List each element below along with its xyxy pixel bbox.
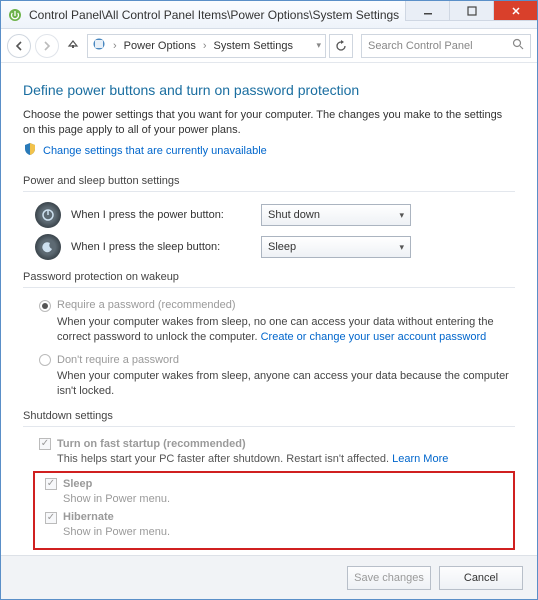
forward-button[interactable] [35, 34, 59, 58]
sleep-button-dropdown[interactable]: Sleep ▾ [261, 236, 411, 258]
close-button[interactable] [493, 1, 537, 21]
checkbox-hibernate: ✓ [45, 512, 57, 524]
learn-more-link[interactable]: Learn More [392, 453, 448, 465]
radio-dont-require-password-desc: When your computer wakes from sleep, any… [57, 369, 515, 399]
search-icon [512, 38, 524, 53]
cp-icon [92, 37, 106, 54]
power-button-dropdown[interactable]: Shut down ▾ [261, 204, 411, 226]
checkbox-hibernate-desc: Show in Power menu. [63, 525, 509, 540]
chevron-right-icon: › [110, 40, 120, 52]
checkbox-fast-startup: ✓ [39, 438, 51, 450]
checkbox-sleep-label: Sleep [63, 477, 92, 492]
checkbox-sleep-desc: Show in Power menu. [63, 492, 509, 507]
footer: Save changes Cancel [1, 555, 537, 599]
search-input[interactable]: Search Control Panel [361, 34, 531, 58]
sleep-button-value: Sleep [268, 240, 296, 255]
address-bar[interactable]: › Power Options › System Settings ▾ [87, 34, 326, 58]
radio-dont-require-password [39, 354, 51, 366]
chevron-right-icon: › [200, 40, 210, 52]
app-icon [7, 7, 23, 23]
radio-dont-require-password-label: Don't require a password [57, 353, 179, 368]
radio-require-password-label: Require a password (recommended) [57, 298, 236, 313]
radio-require-password-desc: When your computer wakes from sleep, no … [57, 315, 515, 345]
back-button[interactable] [7, 34, 31, 58]
minimize-button[interactable] [405, 1, 449, 21]
chevron-down-icon[interactable]: ▾ [316, 40, 321, 51]
power-button-label: When I press the power button: [71, 208, 251, 223]
power-icon [35, 202, 61, 228]
checkbox-sleep: ✓ [45, 478, 57, 490]
crumb-1[interactable]: System Settings [214, 40, 293, 52]
checkbox-fast-startup-desc: This helps start your PC faster after sh… [57, 452, 515, 467]
checkbox-hibernate-label: Hibernate [63, 510, 114, 525]
crumb-0[interactable]: Power Options [124, 40, 196, 52]
maximize-button[interactable] [449, 1, 493, 21]
sleep-button-label: When I press the sleep button: [71, 240, 251, 255]
intro-text: Choose the power settings that you want … [23, 108, 515, 138]
save-button[interactable]: Save changes [347, 566, 431, 590]
cancel-button[interactable]: Cancel [439, 566, 523, 590]
window-title: Control Panel\All Control Panel Items\Po… [29, 8, 405, 22]
titlebar: Control Panel\All Control Panel Items\Po… [1, 1, 537, 29]
radio-require-password [39, 300, 51, 312]
highlight-box: ✓ Sleep Show in Power menu. ✓ Hibernate … [33, 471, 515, 550]
section-powersleep-label: Power and sleep button settings [23, 174, 515, 189]
chevron-down-icon: ▾ [399, 241, 404, 253]
section-shutdown-label: Shutdown settings [23, 409, 515, 424]
window-buttons [405, 1, 537, 28]
section-password-label: Password protection on wakeup [23, 270, 515, 285]
power-button-value: Shut down [268, 208, 320, 223]
refresh-button[interactable] [329, 34, 353, 58]
shield-icon [23, 142, 37, 161]
moon-icon [35, 234, 61, 260]
page-heading: Define power buttons and turn on passwor… [23, 81, 515, 100]
change-settings-link[interactable]: Change settings that are currently unava… [43, 144, 267, 159]
navbar: › Power Options › System Settings ▾ Sear… [1, 29, 537, 63]
create-password-link[interactable]: Create or change your user account passw… [261, 331, 487, 343]
content: Define power buttons and turn on passwor… [1, 63, 537, 557]
search-placeholder: Search Control Panel [368, 40, 473, 52]
checkbox-fast-startup-label: Turn on fast startup (recommended) [57, 437, 246, 452]
up-button[interactable] [63, 38, 83, 53]
chevron-down-icon: ▾ [399, 209, 404, 221]
